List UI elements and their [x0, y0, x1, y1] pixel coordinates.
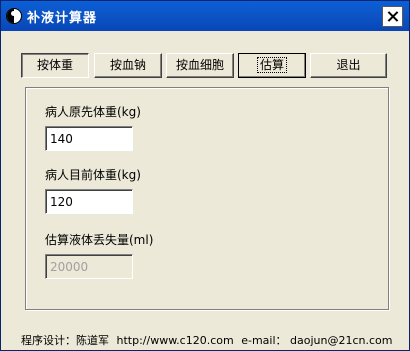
window-title: 补液计算器 — [27, 11, 98, 26]
website-link[interactable]: http://www.c120.com — [117, 334, 234, 347]
app-window: 补液计算器 按体重 按血钠 按血细胞 估算 退出 病人原先体重(kg) 病人目前… — [0, 0, 410, 351]
tab-label: 估算 — [256, 57, 287, 73]
exit-button[interactable]: 退出 — [310, 53, 387, 78]
tab-by-weight[interactable]: 按体重 — [21, 53, 89, 78]
estimate-button[interactable]: 估算 — [238, 53, 306, 78]
yin-yang-icon — [6, 8, 22, 24]
tab-label: 按体重 — [36, 58, 73, 72]
current-weight-label: 病人目前体重(kg) — [45, 168, 141, 182]
original-weight-input[interactable] — [45, 126, 133, 151]
designer-credit: 程序设计：陈道军 — [21, 334, 109, 347]
fluid-loss-output — [45, 254, 133, 279]
tab-label: 退出 — [336, 58, 361, 72]
tab-label: 按血钠 — [109, 58, 146, 72]
fluid-loss-label: 估算液体丢失量(ml) — [45, 233, 154, 247]
close-button[interactable] — [382, 6, 403, 27]
form-panel: 病人原先体重(kg) 病人目前体重(kg) 估算液体丢失量(ml) — [25, 87, 389, 310]
footer: 程序设计：陈道军 http://www.c120.com e-mail： dao… — [21, 332, 396, 348]
current-weight-input[interactable] — [45, 189, 133, 214]
tab-label: 按血细胞 — [175, 58, 224, 72]
title-bar[interactable]: 补液计算器 — [1, 1, 409, 31]
email-contact[interactable]: e-mail： daojun@21cn.com — [241, 334, 392, 347]
original-weight-label: 病人原先体重(kg) — [45, 105, 141, 119]
tab-by-sodium[interactable]: 按血钠 — [94, 53, 162, 78]
tab-by-blood-cells[interactable]: 按血细胞 — [166, 53, 234, 78]
